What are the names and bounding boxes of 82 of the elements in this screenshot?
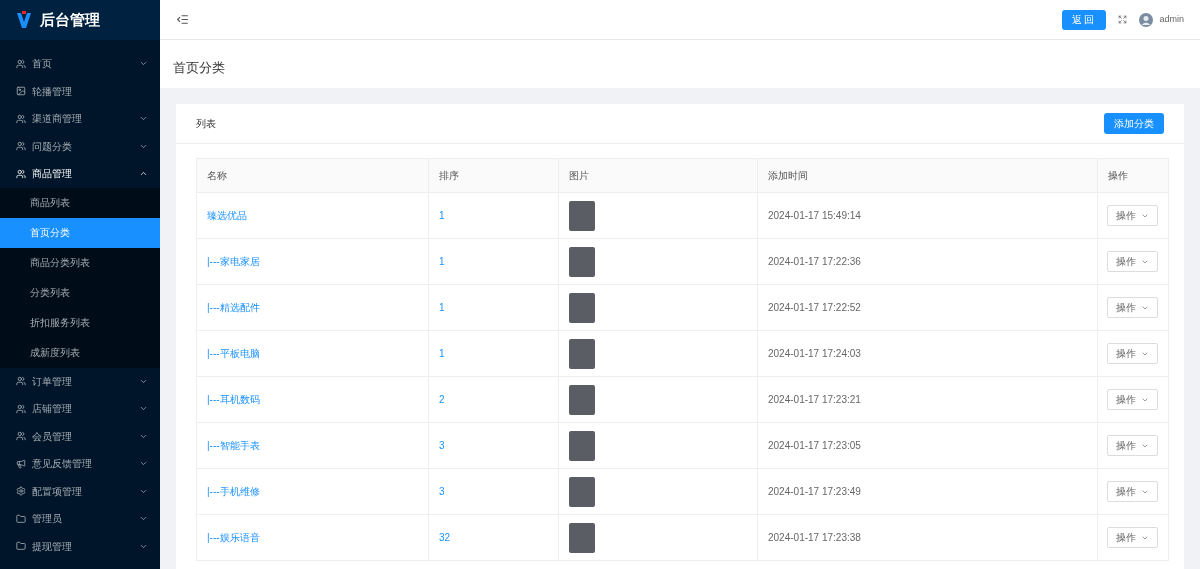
- megaphone-icon: [16, 458, 26, 469]
- logo-icon: [16, 11, 32, 29]
- sort-value: 3: [428, 422, 559, 469]
- time-cell: 2024-01-17 17:23:38: [757, 514, 1098, 561]
- menu-item[interactable]: 配置项管理: [0, 477, 160, 505]
- submenu-item[interactable]: 商品列表: [0, 187, 160, 218]
- column-header: 图片: [558, 158, 758, 193]
- folder-icon: [16, 513, 26, 524]
- category-name-link[interactable]: |---手机维修: [196, 468, 429, 515]
- time-cell: 2024-01-17 17:23:05: [757, 422, 1098, 469]
- card-title: 列表: [196, 117, 216, 131]
- people-icon: [16, 431, 26, 442]
- category-name-link[interactable]: |---家电家居: [196, 238, 429, 285]
- action-dropdown[interactable]: 操作: [1107, 205, 1158, 226]
- menu-item[interactable]: 会员管理: [0, 422, 160, 450]
- menu-collapse-icon[interactable]: [176, 13, 189, 26]
- action-dropdown[interactable]: 操作: [1107, 527, 1158, 548]
- menu-item[interactable]: 商品管理: [0, 160, 160, 188]
- submenu-item[interactable]: 成新度列表: [0, 337, 160, 368]
- image-icon: [16, 86, 26, 97]
- action-dropdown[interactable]: 操作: [1107, 481, 1158, 502]
- sort-value: 1: [428, 284, 559, 331]
- time-cell: 2024-01-17 17:23:49: [757, 468, 1098, 515]
- category-name-link[interactable]: |---娱乐语音: [196, 514, 429, 561]
- photo-placeholder: [569, 338, 595, 369]
- menu-item[interactable]: 问题分类: [0, 132, 160, 160]
- action-dropdown[interactable]: 操作: [1107, 435, 1158, 456]
- photo-placeholder: [569, 246, 595, 277]
- menu-item[interactable]: 管理员: [0, 505, 160, 533]
- menu-item[interactable]: 提现管理: [0, 532, 160, 560]
- avatar-icon[interactable]: [1139, 12, 1154, 27]
- sort-value: 1: [428, 330, 559, 377]
- category-name-link[interactable]: |---平板电脑: [196, 330, 429, 377]
- photo-placeholder: [569, 476, 595, 507]
- sort-value: 1: [428, 192, 559, 239]
- category-name-link[interactable]: |---精选配件: [196, 284, 429, 331]
- menu-item[interactable]: 轮播管理: [0, 77, 160, 105]
- sort-value: 1: [428, 238, 559, 285]
- page-title: 首页分类: [173, 59, 225, 78]
- time-cell: 2024-01-17 17:24:03: [757, 330, 1098, 377]
- column-header: 操作: [1097, 158, 1169, 193]
- fullscreen-icon[interactable]: [1118, 15, 1128, 24]
- submenu-item[interactable]: 商品分类列表: [0, 247, 160, 278]
- time-cell: 2024-01-17 17:22:36: [757, 238, 1098, 285]
- action-dropdown[interactable]: 操作: [1107, 297, 1158, 318]
- people-icon: [16, 141, 26, 152]
- app-title: 后台管理: [40, 9, 100, 30]
- action-dropdown[interactable]: 操作: [1107, 343, 1158, 364]
- category-name-link[interactable]: 臻选优品: [196, 192, 429, 239]
- photo-placeholder: [569, 384, 595, 415]
- column-header: 名称: [196, 158, 429, 193]
- sort-value: 3: [428, 468, 559, 515]
- photo-placeholder: [569, 200, 595, 231]
- people-icon: [16, 403, 26, 414]
- menu-item[interactable]: 首页: [0, 50, 160, 78]
- submenu-item[interactable]: 分类列表: [0, 277, 160, 308]
- people-icon: [16, 168, 26, 179]
- action-dropdown[interactable]: 操作: [1107, 251, 1158, 272]
- people-icon: [16, 58, 26, 69]
- photo-placeholder: [569, 522, 595, 553]
- people-icon: [16, 113, 26, 124]
- column-header: 排序: [428, 158, 559, 193]
- submenu-item[interactable]: 折扣服务列表: [0, 307, 160, 338]
- category-name-link[interactable]: |---耳机数码: [196, 376, 429, 423]
- column-header: 添加时间: [757, 158, 1098, 193]
- time-cell: 2024-01-17 17:22:52: [757, 284, 1098, 331]
- photo-placeholder: [569, 292, 595, 323]
- menu-item[interactable]: 订单管理: [0, 367, 160, 395]
- action-dropdown[interactable]: 操作: [1107, 389, 1158, 410]
- people-icon: [16, 376, 26, 387]
- sort-value: 2: [428, 376, 559, 423]
- photo-placeholder: [569, 430, 595, 461]
- sort-value: 32: [428, 514, 559, 561]
- menu-item[interactable]: 渠道商管理: [0, 105, 160, 133]
- settings-icon: [16, 486, 26, 497]
- user-name[interactable]: admin: [1159, 12, 1184, 27]
- time-cell: 2024-01-17 15:49:14: [757, 192, 1098, 239]
- menu-item[interactable]: 意见反馈管理: [0, 450, 160, 478]
- menu-item[interactable]: 店铺管理: [0, 395, 160, 423]
- category-name-link[interactable]: |---智能手表: [196, 422, 429, 469]
- time-cell: 2024-01-17 17:23:21: [757, 376, 1098, 423]
- folder-icon: [16, 541, 26, 552]
